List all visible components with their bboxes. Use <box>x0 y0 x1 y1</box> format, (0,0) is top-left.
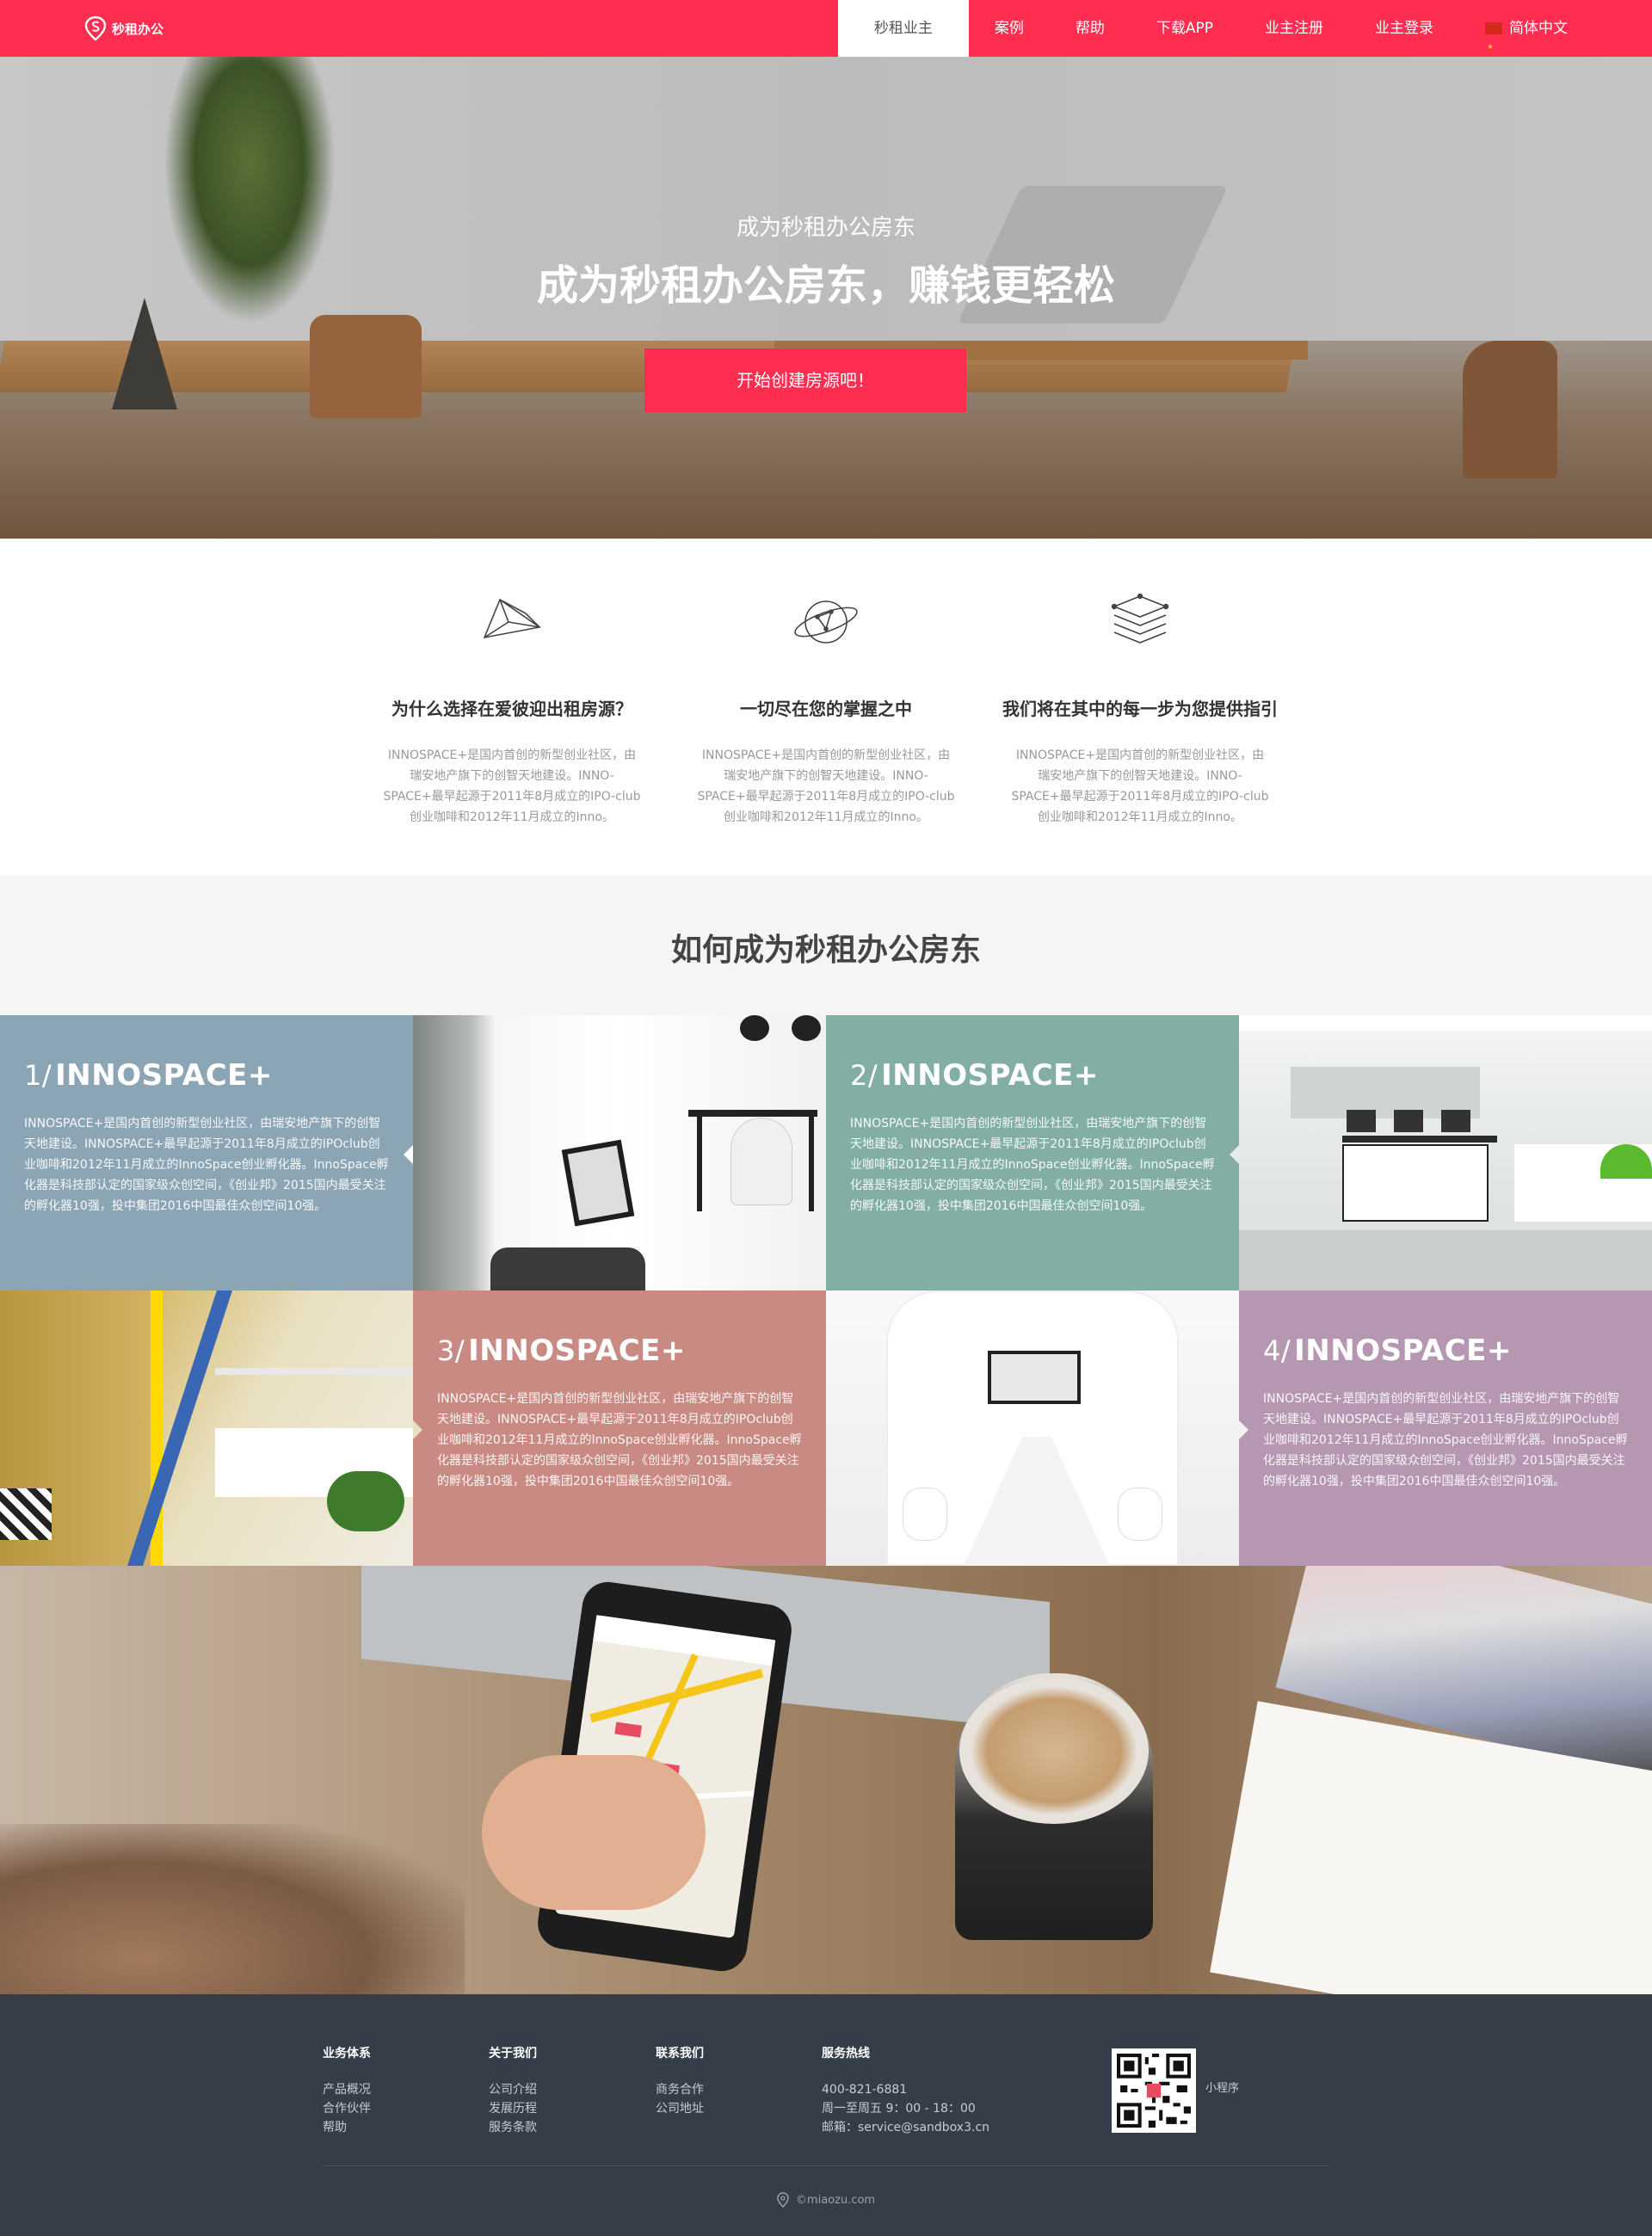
language-label: 简体中文 <box>1509 20 1568 37</box>
howto-title: 如何成为秒租办公房东 <box>670 933 981 968</box>
create-listing-button[interactable]: 开始创建房源吧！ <box>644 348 966 412</box>
step-heading: 4/INNOSPACE+ <box>1263 1334 1628 1368</box>
hotline-email: 邮箱：service@sandbox3.cn <box>822 2121 990 2134</box>
nav-item-owner[interactable]: 秒租业主 <box>837 0 969 57</box>
step-number: 1/ <box>24 1059 52 1092</box>
footer-divider <box>323 2165 1329 2166</box>
mini-program-qr-code <box>1112 2048 1196 2133</box>
hotline-phone: 400-821-6881 <box>822 2083 908 2097</box>
brand-name: 秒租办公 <box>112 21 164 37</box>
footer-col-hotline: 服务热线 400-821-6881 周一至周五 9：00 - 18：00 邮箱：… <box>822 2044 989 2137</box>
footer-col-title: 关于我们 <box>489 2047 537 2060</box>
layers-stack-icon <box>1111 593 1169 644</box>
step-number: 4/ <box>1263 1334 1291 1367</box>
brand-logo[interactable]: 秒租办公 <box>84 14 163 43</box>
nav-item-download-app[interactable]: 下载APP <box>1131 0 1239 57</box>
footer-col-business: 业务体系 产品概况 合作伙伴 帮助 <box>323 2044 371 2137</box>
step-card-4: 4/INNOSPACE+ INNOSPACE+是国内首创的新型创业社区，由瑞安地… <box>1239 1290 1652 1566</box>
footer-copyright: ©miaozu.com <box>0 2192 1652 2208</box>
office-photo-meeting-room <box>826 1290 1239 1566</box>
step-text: INNOSPACE+是国内首创的新型创业社区，由瑞安地产旗下的创智天地建设。IN… <box>437 1392 802 1488</box>
footer-col-title: 服务热线 <box>822 2047 870 2060</box>
network-triangle-icon <box>483 598 542 639</box>
office-photo-white-desk <box>413 1015 826 1290</box>
footer-col-title: 业务体系 <box>323 2047 371 2060</box>
step-pointer <box>413 1420 422 1440</box>
step-heading: 3/INNOSPACE+ <box>437 1334 802 1368</box>
nav-item-register[interactable]: 业主注册 <box>1239 0 1349 57</box>
nav-item-login[interactable]: 业主登录 <box>1349 0 1459 57</box>
feature-text: INNOSPACE+是国内首创的新型创业社区，由瑞安地产旗下的创智天地建设。IN… <box>383 748 641 824</box>
footer-link-history[interactable]: 发展历程 <box>489 2099 537 2118</box>
language-selector[interactable]: 简体中文 <box>1459 0 1652 76</box>
feature-title: 为什么选择在爱彼迎出租房源？ <box>391 699 632 719</box>
hero-subtitle: 成为秒租办公房东 <box>736 215 915 241</box>
china-flag-icon <box>1485 19 1502 76</box>
step-text: INNOSPACE+是国内首创的新型创业社区，由瑞安地产旗下的创智天地建设。IN… <box>850 1117 1215 1213</box>
top-navbar: 秒租办公 秒租业主 案例 帮助 下载APP 业主注册 业主登录 简体中文 <box>0 0 1652 76</box>
footer-link-business-cooperation[interactable]: 商务合作 <box>656 2080 704 2099</box>
qr-label: 小程序 <box>1205 2082 1240 2095</box>
footer-col-about: 关于我们 公司介绍 发展历程 服务条款 <box>489 2044 537 2137</box>
feature-text: INNOSPACE+是国内首创的新型创业社区，由瑞安地产旗下的创智天地建设。IN… <box>697 748 955 824</box>
step-heading: 1/INNOSPACE+ <box>24 1058 389 1093</box>
step-card-1: 1/INNOSPACE+ INNOSPACE+是国内首创的新型创业社区，由瑞安地… <box>0 1015 413 1290</box>
step-text: INNOSPACE+是国内首创的新型创业社区，由瑞安地产旗下的创智天地建设。IN… <box>1263 1392 1628 1488</box>
qr-code-icon <box>1117 2054 1191 2128</box>
site-footer: 业务体系 产品概况 合作伙伴 帮助 关于我们 公司介绍 发展历程 服务条款 联系… <box>0 1994 1652 2236</box>
footer-link-company-intro[interactable]: 公司介绍 <box>489 2080 537 2099</box>
copyright-text: ©miaozu.com <box>795 2193 876 2207</box>
location-pin-icon <box>777 2192 789 2208</box>
step-pointer <box>1230 1144 1239 1165</box>
footer-link-address[interactable]: 公司地址 <box>656 2099 704 2118</box>
hero-title: 成为秒租办公房东，赚钱更轻松 <box>536 262 1115 310</box>
planet-orbit-icon <box>794 601 858 644</box>
main-nav: 秒租业主 案例 帮助 下载APP 业主注册 业主登录 简体中文 <box>837 0 1652 76</box>
step-heading: 2/INNOSPACE+ <box>850 1058 1215 1093</box>
step-number: 3/ <box>437 1334 465 1367</box>
features-section: 为什么选择在爱彼迎出租房源？ INNOSPACE+是国内首创的新型创业社区，由瑞… <box>0 539 1652 876</box>
nav-item-help[interactable]: 帮助 <box>1050 0 1131 57</box>
footer-col-title: 联系我们 <box>656 2047 704 2060</box>
feature-title: 我们将在其中的每一步为您提供指引 <box>1002 699 1278 719</box>
footer-col-contact: 联系我们 商务合作 公司地址 <box>656 2044 704 2118</box>
step-title: INNOSPACE+ <box>55 1058 273 1093</box>
step-title: INNOSPACE+ <box>1294 1334 1512 1368</box>
logo-mark-icon <box>84 15 107 41</box>
app-usage-photo <box>0 1566 1652 1994</box>
hotline-hours: 周一至周五 9：00 - 18：00 <box>822 2102 976 2116</box>
step-title: INNOSPACE+ <box>468 1334 686 1368</box>
step-number: 2/ <box>850 1059 878 1092</box>
step-card-2: 2/INNOSPACE+ INNOSPACE+是国内首创的新型创业社区，由瑞安地… <box>826 1015 1239 1290</box>
footer-link-partners[interactable]: 合作伙伴 <box>323 2099 371 2118</box>
feature-text: INNOSPACE+是国内首创的新型创业社区，由瑞安地产旗下的创智天地建设。IN… <box>1011 748 1269 824</box>
footer-link-terms[interactable]: 服务条款 <box>489 2118 537 2137</box>
hero-banner: 成为秒租办公房东 成为秒租办公房东，赚钱更轻松 开始创建房源吧！ <box>0 57 1652 539</box>
office-photo-cafe-space <box>0 1290 413 1566</box>
step-title: INNOSPACE+ <box>881 1058 1099 1093</box>
howto-section-header: 如何成为秒租办公房东 <box>0 876 1652 1015</box>
nav-item-cases[interactable]: 案例 <box>969 0 1050 57</box>
step-pointer <box>1239 1420 1248 1440</box>
step-pointer <box>404 1144 413 1165</box>
footer-link-help[interactable]: 帮助 <box>323 2118 371 2137</box>
step-card-3: 3/INNOSPACE+ INNOSPACE+是国内首创的新型创业社区，由瑞安地… <box>413 1290 826 1566</box>
step-text: INNOSPACE+是国内首创的新型创业社区，由瑞安地产旗下的创智天地建设。IN… <box>24 1117 389 1213</box>
feature-title: 一切尽在您的掌握之中 <box>740 699 912 719</box>
office-photo-open-workspace <box>1239 1015 1652 1290</box>
footer-link-product-overview[interactable]: 产品概况 <box>323 2080 371 2099</box>
